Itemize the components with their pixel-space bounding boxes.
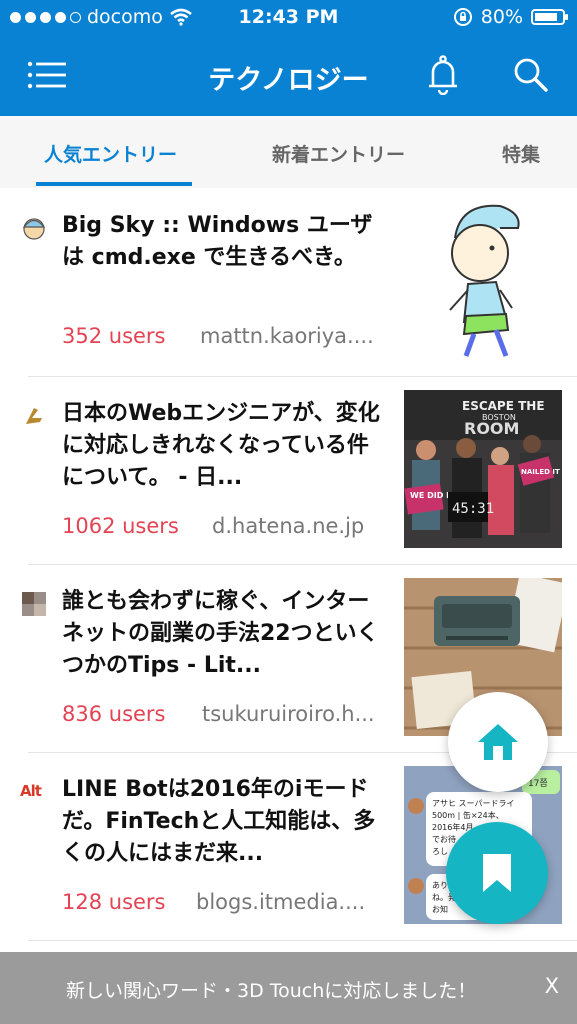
rotation-lock-icon [453,8,472,26]
entry-domain: d.hatena.ne.jp [212,514,365,538]
entry-item[interactable]: Big Sky :: Windows ユーザは cmd.exe で生きるべき。 … [0,190,577,378]
status-right: 80% [453,6,568,28]
entry-title: 日本のWebエンジニアが、変化に対応しきれなくなっている件について。 - 日..… [62,401,380,490]
active-tab-indicator [36,182,192,186]
status-bar: docomo 12:43 PM 80% [0,0,577,38]
entry-thumbnail [430,198,540,364]
category-tabs: 人気エントリー 新着エントリー 特集 [0,116,577,188]
notice-close-button[interactable]: X [545,974,559,998]
thumb-text-line-5: ろし [432,847,448,856]
entry-domain: mattn.kaoriya.... [200,324,374,348]
entry-favicon-icon [26,408,42,424]
bookmark-button[interactable] [446,822,548,924]
thumb-text-nailed: NAILED IT [521,468,560,476]
home-icon [478,724,518,760]
entry-title: 誰とも会わずに稼ぐ、インターネットの副業の手法22つといくつかのTips - L… [62,589,379,678]
entry-item[interactable]: 日本のWebエンジニアが、変化に対応しきれなくなっている件について。 - 日..… [0,378,577,566]
tab-new[interactable]: 新着エントリー [272,140,405,167]
entry-title: Big Sky :: Windows ユーザは cmd.exe で生きるべき。 [62,213,373,270]
entry-users: 128 users [62,890,166,914]
search-icon[interactable] [506,50,556,100]
home-button[interactable] [448,692,548,792]
thumb-text-escape: ESCAPE THE [462,399,545,413]
entry-domain: blogs.itmedia.... [196,890,366,914]
tab-popular[interactable]: 人気エントリー [44,140,177,167]
thumb-text-line-1: アサヒ スーパードライ [432,799,514,808]
nav-bar: テクノロジー [0,38,577,116]
entry-users: 836 users [62,702,166,726]
thumb-text-line-4: でお待 [432,834,456,844]
entry-users: 1062 users [62,514,179,538]
entry-favicon-icon: Alt [20,782,42,800]
battery-label: 80% [480,6,523,28]
thumb-text-bubble: 17쯤 [528,778,548,789]
battery-icon [531,9,568,25]
bookmark-icon [483,854,511,892]
thumb-text-line-2: 500m | 缶×24本、 [432,810,504,820]
bell-icon[interactable] [418,50,468,100]
thumb-text-timer: 45:31 [452,501,494,517]
thumb-text-room: ROOM [464,419,519,438]
tab-feature[interactable]: 特集 [502,140,540,167]
notice-text: 新しい関心ワード・3D Touchに対応しました！ [66,980,477,1002]
entry-domain: tsukuruiroiro.h... [202,702,375,726]
entry-divider [28,940,577,941]
entry-thumbnail: ESCAPE THE BOSTON ROOM WE DID IT NAILED … [404,390,562,548]
entry-divider [28,376,577,377]
app-header: docomo 12:43 PM 80% テクノロジー [0,0,577,116]
entry-favicon-icon [22,218,46,240]
thumb-text-line-8: お知 [432,904,448,914]
entry-divider [28,564,577,565]
notice-banner[interactable]: 新しい関心ワード・3D Touchに対応しました！ X [0,952,577,1024]
entry-title: LINE Botは2016年のiモードだ。FinTechと人工知能は、多くの人に… [62,777,376,866]
entry-favicon-icon [22,592,46,616]
entry-users: 352 users [62,324,166,348]
page-title: テクノロジー [208,65,369,96]
